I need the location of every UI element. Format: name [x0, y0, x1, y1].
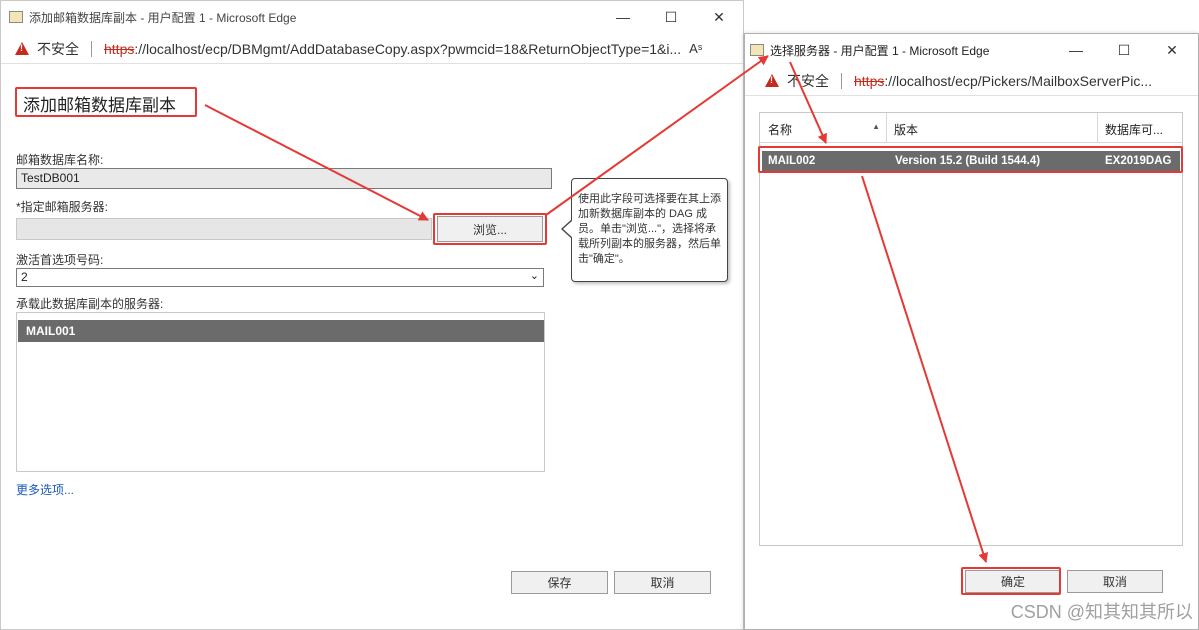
window2-address-bar[interactable]: 不安全 https://localhost/ecp/Pickers/Mailbo… — [745, 66, 1198, 96]
server-field[interactable] — [16, 218, 432, 240]
chevron-down-icon[interactable]: ⌄ — [530, 269, 539, 282]
minimize-icon[interactable]: — — [599, 1, 647, 33]
list-item[interactable]: MAIL001 — [18, 320, 544, 342]
db-name-field[interactable]: TestDB001 — [16, 168, 552, 189]
tooltip-text: 使用此字段可选择要在其上添加新数据库副本的 DAG 成员。单击"浏览..."，选… — [578, 193, 721, 265]
more-options-link[interactable]: 更多选项... — [16, 481, 74, 498]
maximize-icon[interactable]: ☐ — [647, 1, 695, 33]
activation-value: 2 — [21, 270, 28, 284]
ok-highlight — [961, 567, 1061, 595]
window1-address-bar[interactable]: 不安全 https://localhost/ecp/DBMgmt/AddData… — [1, 34, 743, 64]
add-database-copy-window: 添加邮箱数据库副本 - 用户配置 1 - Microsoft Edge — ☐ … — [0, 0, 744, 630]
browse-highlight — [433, 213, 547, 245]
hosting-label: 承载此数据库副本的服务器: — [16, 297, 164, 311]
security-label[interactable]: 不安全 — [37, 39, 79, 59]
page-icon — [9, 11, 23, 23]
help-tooltip: 使用此字段可选择要在其上添加新数据库副本的 DAG 成员。单击"浏览..."，选… — [571, 178, 728, 282]
divider — [841, 72, 842, 89]
url-text[interactable]: https://localhost/ecp/Pickers/MailboxSer… — [854, 73, 1152, 89]
activation-select[interactable]: 2 ⌄ — [16, 268, 544, 287]
page-icon — [750, 44, 764, 56]
read-aloud-icon[interactable]: Aˢ — [689, 41, 702, 56]
security-label[interactable]: 不安全 — [787, 71, 829, 91]
column-header-dag-label: 数据库可... — [1105, 123, 1164, 137]
maximize-icon[interactable]: ☐ — [1100, 34, 1148, 66]
warning-icon — [765, 74, 779, 87]
close-icon[interactable]: ✕ — [1148, 34, 1196, 66]
window2-titlebar: 选择服务器 - 用户配置 1 - Microsoft Edge — ☐ ✕ — [745, 34, 1198, 66]
watermark: CSDN @知其知其所以 — [1010, 602, 1193, 622]
warning-icon — [15, 42, 29, 55]
cancel-button[interactable]: 取消 — [1067, 570, 1163, 593]
tooltip-pointer-fill — [563, 220, 573, 238]
server-grid[interactable]: 名称 ▲ 版本 数据库可... MAIL002 Version 15.2 (Bu… — [759, 112, 1183, 546]
sort-ascending-icon: ▲ — [872, 122, 880, 131]
window1-title: 添加邮箱数据库副本 - 用户配置 1 - Microsoft Edge — [29, 10, 297, 25]
server-label: *指定邮箱服务器: — [16, 200, 109, 214]
column-header-version-label: 版本 — [894, 123, 919, 137]
heading-highlight — [15, 87, 197, 117]
divider — [91, 40, 92, 57]
url-text[interactable]: https://localhost/ecp/DBMgmt/AddDatabase… — [104, 41, 681, 57]
column-header-version[interactable]: 版本 — [887, 113, 1098, 143]
select-server-window: 选择服务器 - 用户配置 1 - Microsoft Edge — ☐ ✕ 不安… — [744, 33, 1199, 630]
close-icon[interactable]: ✕ — [695, 1, 743, 33]
column-header-dag[interactable]: 数据库可... — [1098, 113, 1182, 143]
window1-titlebar: 添加邮箱数据库副本 - 用户配置 1 - Microsoft Edge — ☐ … — [1, 1, 743, 33]
column-header-name[interactable]: 名称 ▲ — [760, 113, 887, 143]
grid-header: 名称 ▲ 版本 数据库可... — [760, 113, 1182, 143]
window2-title: 选择服务器 - 用户配置 1 - Microsoft Edge — [770, 43, 990, 58]
cancel-button[interactable]: 取消 — [614, 571, 711, 594]
save-button[interactable]: 保存 — [511, 571, 608, 594]
column-header-name-label: 名称 — [768, 123, 793, 137]
list-item-label: MAIL001 — [26, 324, 76, 338]
row-highlight — [758, 146, 1183, 173]
minimize-icon[interactable]: — — [1052, 34, 1100, 66]
db-name-label: 邮箱数据库名称: — [16, 153, 104, 167]
activation-label: 激活首选项号码: — [16, 253, 104, 267]
hosting-list[interactable]: MAIL001 — [16, 312, 545, 472]
